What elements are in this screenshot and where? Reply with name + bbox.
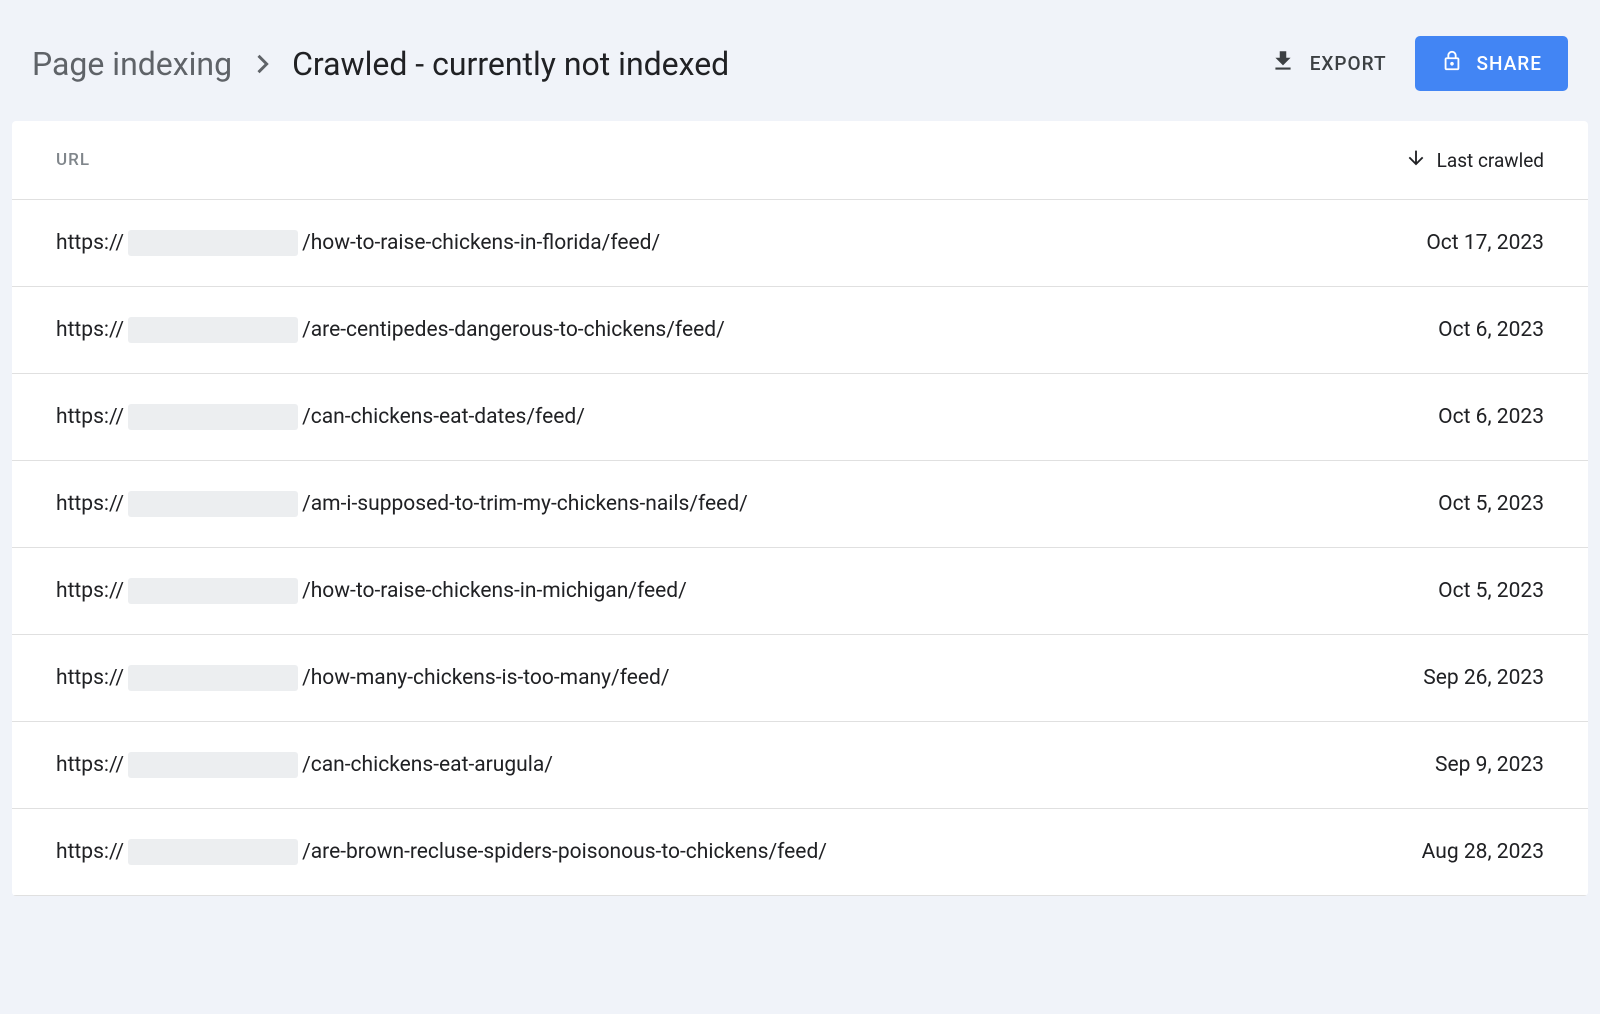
url-redacted-domain bbox=[128, 404, 298, 430]
page-container: Page indexing Crawled - currently not in… bbox=[0, 0, 1600, 908]
export-label: EXPORT bbox=[1310, 52, 1387, 75]
url-redacted-domain bbox=[128, 317, 298, 343]
url-redacted-domain bbox=[128, 230, 298, 256]
url-table: URL Last crawled https:// /how-to-raise-c… bbox=[12, 121, 1588, 896]
table-header-row: URL Last crawled bbox=[12, 121, 1588, 200]
url-path: /are-centipedes-dangerous-to-chickens/fe… bbox=[302, 318, 725, 342]
table-row[interactable]: https:// /how-to-raise-chickens-in-florid… bbox=[12, 200, 1588, 287]
url-redacted-domain bbox=[128, 665, 298, 691]
url-prefix: https:// bbox=[56, 753, 124, 777]
url-prefix: https:// bbox=[56, 840, 124, 864]
sort-descending-icon bbox=[1405, 147, 1427, 173]
url-redacted-domain bbox=[128, 491, 298, 517]
last-crawled-date: Oct 6, 2023 bbox=[1438, 405, 1544, 429]
table-row[interactable]: https:// /can-chickens-eat-dates/feed/Oct… bbox=[12, 374, 1588, 461]
table-row[interactable]: https:// /are-centipedes-dangerous-to-chi… bbox=[12, 287, 1588, 374]
url-cell: https:// /how-to-raise-chickens-in-michig… bbox=[56, 578, 687, 604]
share-label: SHARE bbox=[1477, 52, 1542, 75]
header-actions: EXPORT SHARE bbox=[1270, 36, 1568, 91]
table-row[interactable]: https:// /how-many-chickens-is-too-many/f… bbox=[12, 635, 1588, 722]
last-crawled-date: Oct 17, 2023 bbox=[1426, 231, 1544, 255]
url-prefix: https:// bbox=[56, 231, 124, 255]
table-row[interactable]: https:// /are-brown-recluse-spiders-poiso… bbox=[12, 809, 1588, 896]
url-path: /are-brown-recluse-spiders-poisonous-to-… bbox=[302, 840, 827, 864]
lock-icon bbox=[1441, 50, 1463, 77]
url-prefix: https:// bbox=[56, 492, 124, 516]
last-crawled-date: Oct 6, 2023 bbox=[1438, 318, 1544, 342]
url-redacted-domain bbox=[128, 839, 298, 865]
breadcrumb-current: Crawled - currently not indexed bbox=[292, 45, 729, 83]
url-cell: https:// /am-i-supposed-to-trim-my-chicke… bbox=[56, 491, 748, 517]
last-crawled-date: Oct 5, 2023 bbox=[1438, 492, 1544, 516]
url-redacted-domain bbox=[128, 752, 298, 778]
url-prefix: https:// bbox=[56, 318, 124, 342]
last-crawled-date: Sep 26, 2023 bbox=[1423, 666, 1544, 690]
url-cell: https:// /how-to-raise-chickens-in-florid… bbox=[56, 230, 660, 256]
table-row[interactable]: https:// /am-i-supposed-to-trim-my-chicke… bbox=[12, 461, 1588, 548]
url-path: /how-to-raise-chickens-in-florida/feed/ bbox=[302, 231, 660, 255]
last-crawled-date: Aug 28, 2023 bbox=[1422, 840, 1544, 864]
download-icon bbox=[1270, 48, 1296, 79]
url-path: /can-chickens-eat-dates/feed/ bbox=[302, 405, 585, 429]
chevron-right-icon bbox=[248, 50, 276, 78]
url-cell: https:// /are-centipedes-dangerous-to-chi… bbox=[56, 317, 725, 343]
column-header-last-crawled-label: Last crawled bbox=[1437, 149, 1544, 172]
table-body: https:// /how-to-raise-chickens-in-florid… bbox=[12, 200, 1588, 896]
table-row[interactable]: https:// /can-chickens-eat-arugula/Sep 9,… bbox=[12, 722, 1588, 809]
last-crawled-date: Sep 9, 2023 bbox=[1435, 753, 1544, 777]
column-header-url[interactable]: URL bbox=[56, 150, 90, 170]
url-cell: https:// /how-many-chickens-is-too-many/f… bbox=[56, 665, 670, 691]
table-row[interactable]: https:// /how-to-raise-chickens-in-michig… bbox=[12, 548, 1588, 635]
url-redacted-domain bbox=[128, 578, 298, 604]
url-cell: https:// /can-chickens-eat-arugula/ bbox=[56, 752, 553, 778]
url-path: /am-i-supposed-to-trim-my-chickens-nails… bbox=[302, 492, 748, 516]
breadcrumb-root-link[interactable]: Page indexing bbox=[32, 45, 232, 83]
url-prefix: https:// bbox=[56, 666, 124, 690]
url-prefix: https:// bbox=[56, 405, 124, 429]
export-button[interactable]: EXPORT bbox=[1270, 48, 1387, 79]
share-button[interactable]: SHARE bbox=[1415, 36, 1568, 91]
url-cell: https:// /can-chickens-eat-dates/feed/ bbox=[56, 404, 585, 430]
url-path: /can-chickens-eat-arugula/ bbox=[302, 753, 553, 777]
url-cell: https:// /are-brown-recluse-spiders-poiso… bbox=[56, 839, 827, 865]
url-prefix: https:// bbox=[56, 579, 124, 603]
url-path: /how-many-chickens-is-too-many/feed/ bbox=[302, 666, 669, 690]
page-header: Page indexing Crawled - currently not in… bbox=[12, 12, 1588, 121]
breadcrumb: Page indexing Crawled - currently not in… bbox=[32, 45, 729, 83]
url-path: /how-to-raise-chickens-in-michigan/feed/ bbox=[302, 579, 687, 603]
column-header-last-crawled[interactable]: Last crawled bbox=[1405, 147, 1544, 173]
last-crawled-date: Oct 5, 2023 bbox=[1438, 579, 1544, 603]
